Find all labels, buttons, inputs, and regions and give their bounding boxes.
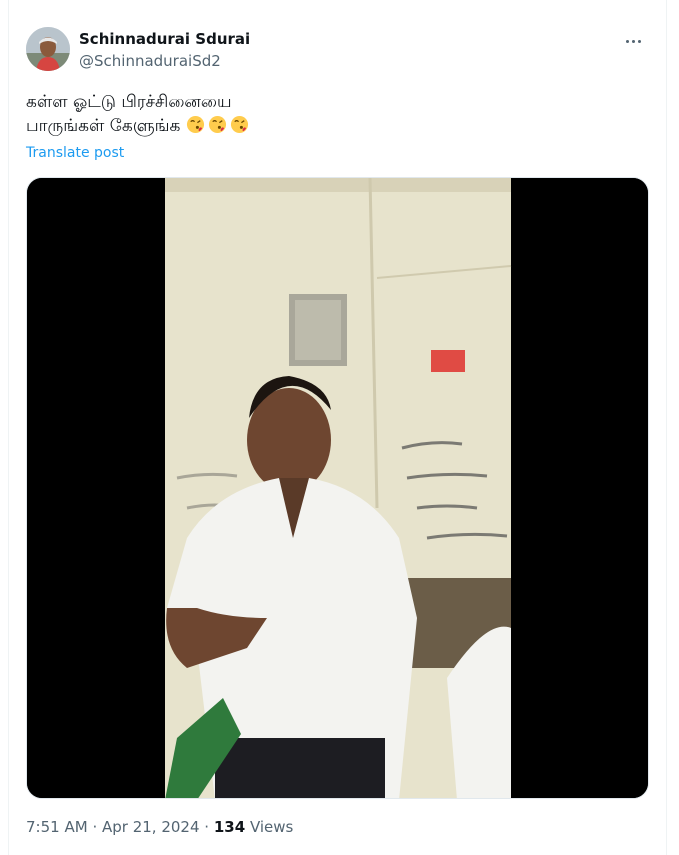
tweet-time[interactable]: 7:51 AM — [26, 818, 88, 836]
author-name[interactable]: Schinnadurai Sdurai — [79, 30, 250, 48]
views-count: 134 — [213, 818, 246, 836]
tweet-text-line-1: கள்ள ஓட்டு பிரச்சினையை — [26, 92, 232, 112]
video-frame — [27, 178, 648, 798]
meta-separator: · — [92, 818, 98, 836]
translate-post-link[interactable]: Translate post — [26, 145, 124, 161]
meta-separator: · — [204, 818, 210, 836]
tweet-text: கள்ள ஓட்டு பிரச்சினையை பாருங்கள் கேளுங்க — [26, 90, 646, 138]
tweet-video[interactable] — [26, 177, 649, 799]
tweet-date[interactable]: Apr 21, 2024 — [102, 818, 200, 836]
tweet-text-line-2: பாருங்கள் கேளுங்க — [26, 116, 181, 136]
kiss-emoji-icon — [230, 115, 248, 134]
author-handle[interactable]: @SchinnaduraiSd2 — [79, 52, 221, 70]
views-label: Views — [249, 818, 294, 836]
more-options-icon[interactable] — [621, 31, 645, 51]
tweet-card: Schinnadurai Sdurai @SchinnaduraiSd2 கள்… — [8, 0, 667, 855]
avatar[interactable] — [26, 27, 70, 71]
kiss-emoji-icon — [186, 115, 204, 134]
kiss-emoji-icon — [208, 115, 226, 134]
tweet-meta: 7:51 AM · Apr 21, 2024 · 134 Views — [26, 818, 293, 836]
tweet-header: Schinnadurai Sdurai @SchinnaduraiSd2 — [26, 27, 649, 75]
